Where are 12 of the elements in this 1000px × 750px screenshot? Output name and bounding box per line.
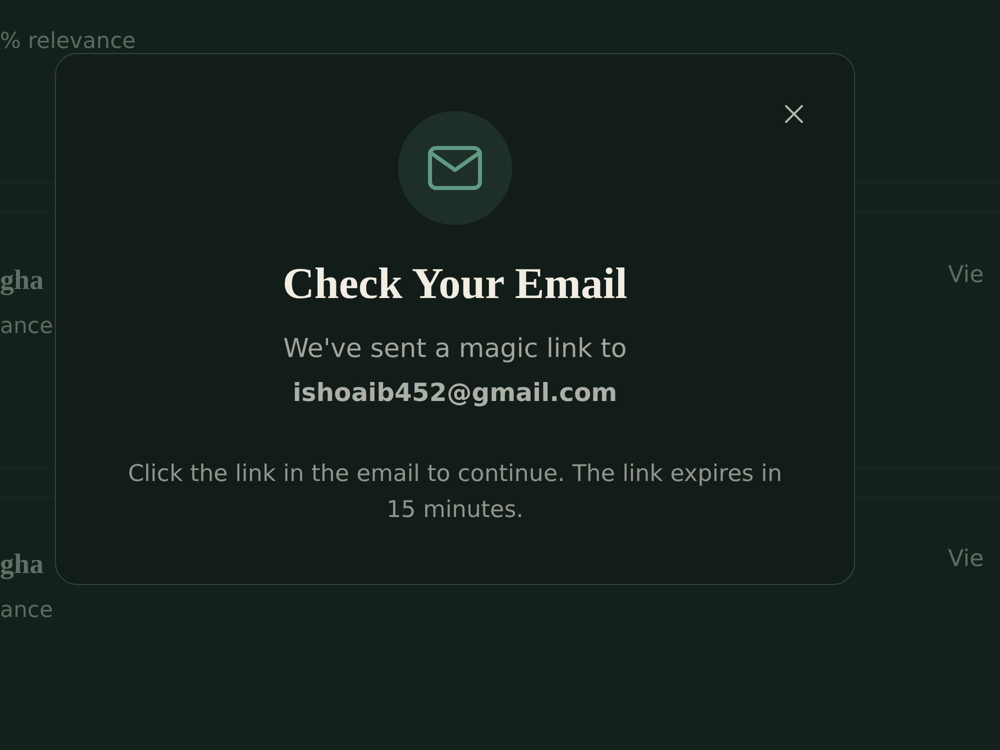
view-link[interactable]: Vie [948, 545, 1000, 573]
sent-message: We've sent a magic link to ishoaib452@gmail.com [283, 333, 627, 409]
relevance-text: ance [0, 314, 54, 340]
result-title: gha [0, 265, 45, 297]
envelope-icon [398, 111, 512, 225]
view-link[interactable]: Vie [948, 261, 1000, 289]
relevance-text: ance [0, 598, 54, 624]
modal-title: Check Your Email [282, 258, 628, 310]
close-icon [784, 104, 804, 124]
result-title: gha [0, 549, 45, 581]
relevance-text: % relevance [0, 29, 136, 55]
instructions-text: Click the link in the email to continue. The link expires in 15 minutes. [126, 460, 784, 525]
